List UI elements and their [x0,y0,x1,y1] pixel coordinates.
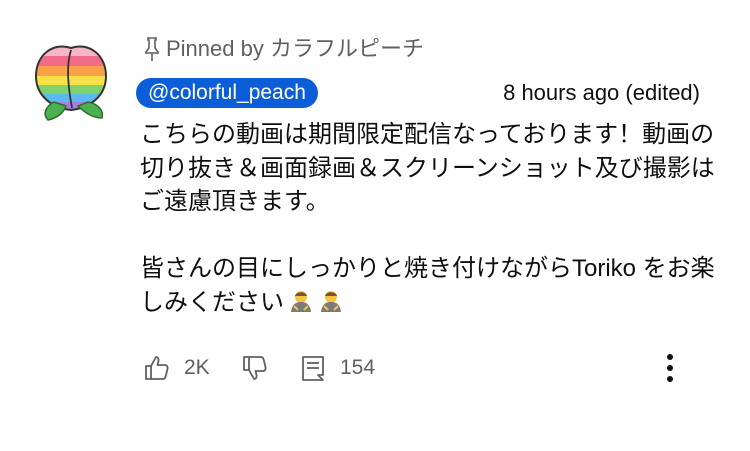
rainbow-peach-avatar-icon [34,45,108,121]
author-handle-chip[interactable]: @colorful_peach [136,78,318,108]
thumbs-down-icon [243,356,267,380]
person-bowing-emoji-icon [321,290,341,312]
comment-action-bar: 2K 154 [140,348,700,388]
more-vert-icon-dot [667,376,673,382]
person-bowing-emoji-icon [291,290,311,312]
like-button[interactable]: 2K [142,348,210,388]
dislike-button[interactable] [240,348,270,388]
comment-paragraph-1: こちらの動画は期間限定配信なっております！動画の切り抜き＆画面録画＆スクリーンシ… [140,121,715,215]
more-vert-icon-dot [667,365,673,371]
thumbs-up-icon [145,356,169,380]
replies-button[interactable]: 154 [298,348,375,388]
pinned-label: Pinned by カラフルピーチ [166,36,424,61]
reply-count: 154 [340,356,376,379]
reply-comment-icon [302,356,324,381]
comment-timestamp[interactable]: 8 hours ago (edited) [503,80,702,106]
like-count: 2K [184,356,210,379]
comment-body: こちらの動画は期間限定配信なっております！動画の切り抜き＆画面録画＆スクリーンシ… [140,118,720,319]
pinned-header: Pinned by カラフルピーチ [142,34,424,64]
comment-paragraph-2: 皆さんの目にしっかりと焼き付けながらToriko をお楽しみください [140,252,720,319]
comment-paragraph-2-text: 皆さんの目にしっかりと焼き付けながらToriko をお楽しみください [140,255,715,316]
pin-icon [145,37,159,61]
author-row: @colorful_peach 8 hours ago (edited) [136,78,702,108]
more-options-button[interactable] [658,348,682,388]
more-vert-icon [667,354,673,360]
avatar[interactable] [26,36,116,126]
